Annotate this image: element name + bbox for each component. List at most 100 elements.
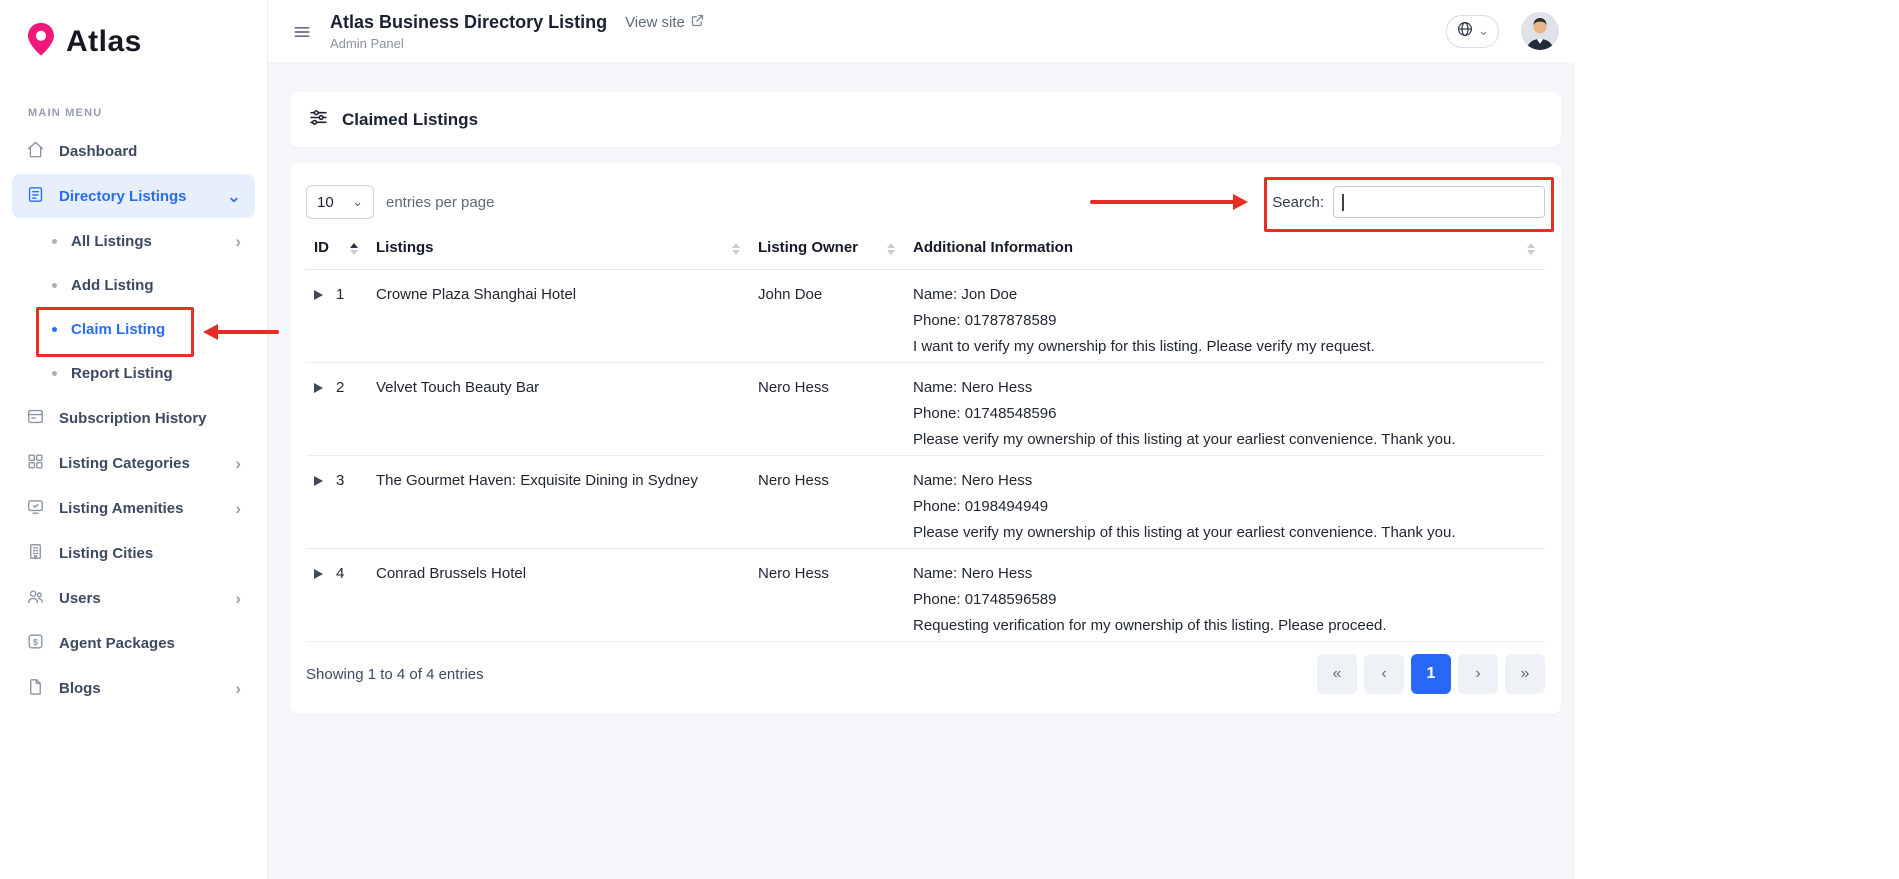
row-expand-icon[interactable] — [314, 569, 323, 579]
sidebar-item-subscription-history[interactable]: Subscription History — [12, 396, 255, 440]
column-header-additional-information[interactable]: Additional Information — [905, 229, 1545, 270]
sort-icon — [732, 243, 740, 255]
language-selector[interactable]: ⌄ — [1446, 15, 1499, 48]
row-id: 2 — [336, 379, 344, 396]
sidebar-nav: Dashboard Directory Listings ⌄ All Listi… — [0, 129, 267, 710]
row-expand-icon[interactable] — [314, 476, 323, 486]
sidebar-section-label: MAIN MENU — [28, 107, 267, 119]
text-cursor — [1342, 194, 1344, 211]
additional-info: Name: Nero Hess Phone: 0198494949 Please… — [905, 456, 1545, 549]
sort-icon — [1527, 243, 1535, 255]
additional-info: Name: Nero Hess Phone: 01748596589 Reque… — [905, 549, 1545, 642]
page-title: Atlas Business Directory Listing — [330, 12, 607, 33]
table-header-row: ID Listings Listing Owner Additional Inf… — [306, 229, 1545, 270]
sidebar-item-listing-categories[interactable]: Listing Categories › — [12, 441, 255, 485]
table-row: 1 Crowne Plaza Shanghai Hotel John Doe N… — [306, 270, 1545, 363]
table-footer: Showing 1 to 4 of 4 entries « ‹ 1 › » — [306, 654, 1545, 694]
sidebar-item-directory-listings[interactable]: Directory Listings ⌄ — [12, 174, 255, 218]
topbar: Atlas Business Directory Listing View si… — [268, 0, 1575, 62]
sort-icon — [887, 243, 895, 255]
listing-owner: Nero Hess — [750, 363, 905, 456]
globe-icon — [1456, 20, 1474, 43]
claimed-listings-header-card: Claimed Listings — [290, 92, 1561, 147]
additional-info: Name: Nero Hess Phone: 01748548596 Pleas… — [905, 363, 1545, 456]
entries-per-page-label: entries per page — [386, 194, 494, 211]
chevron-right-icon: › — [235, 233, 241, 250]
listing-owner: Nero Hess — [750, 456, 905, 549]
sidebar-item-users[interactable]: Users › — [12, 576, 255, 620]
row-expand-icon[interactable] — [314, 290, 323, 300]
claimed-listings-table-card: 10 ⌄ entries per page Search: — [290, 163, 1561, 714]
bullet-icon — [52, 239, 57, 244]
table-row: 3 The Gourmet Haven: Exquisite Dining in… — [306, 456, 1545, 549]
sidebar-item-add-listing[interactable]: Add Listing — [0, 263, 267, 307]
bullet-icon — [52, 371, 57, 376]
hamburger-menu-icon[interactable] — [292, 20, 312, 42]
amenities-icon — [26, 497, 45, 520]
table-controls: 10 ⌄ entries per page Search: — [306, 185, 1545, 219]
chevron-right-icon: › — [235, 680, 241, 697]
sliders-icon — [308, 107, 329, 133]
sidebar-item-claim-listing[interactable]: Claim Listing — [0, 307, 267, 351]
sidebar-item-all-listings[interactable]: All Listings › — [0, 219, 267, 263]
column-header-listing-owner[interactable]: Listing Owner — [750, 229, 905, 270]
listing-name: Crowne Plaza Shanghai Hotel — [368, 270, 750, 363]
chevron-right-icon: › — [235, 500, 241, 517]
listing-name: Conrad Brussels Hotel — [368, 549, 750, 642]
app-root: Atlas MAIN MENU Dashboard Directory List… — [0, 0, 1575, 879]
search-input[interactable] — [1333, 186, 1545, 218]
column-header-listings[interactable]: Listings — [368, 229, 750, 270]
dollar-icon: $ — [26, 632, 45, 655]
pagination-next-button[interactable]: › — [1458, 654, 1498, 694]
pagination-prev-button[interactable]: ‹ — [1364, 654, 1404, 694]
search-label: Search: — [1272, 194, 1324, 211]
pagination-first-button[interactable]: « — [1317, 654, 1357, 694]
brand-name: Atlas — [66, 25, 142, 59]
pagination-last-button[interactable]: » — [1505, 654, 1545, 694]
topbar-right: ⌄ — [1446, 12, 1559, 50]
pagination-page-1-button[interactable]: 1 — [1411, 654, 1451, 694]
claimed-listings-table: ID Listings Listing Owner Additional Inf… — [306, 229, 1545, 642]
sidebar-submenu: All Listings › Add Listing Claim Listing… — [0, 219, 267, 395]
view-site-link[interactable]: View site — [625, 13, 705, 32]
table-row: 4 Conrad Brussels Hotel Nero Hess Name: … — [306, 549, 1545, 642]
sidebar-item-listing-amenities[interactable]: Listing Amenities › — [12, 486, 255, 530]
sidebar-item-dashboard[interactable]: Dashboard — [12, 129, 255, 173]
pagination: « ‹ 1 › » — [1317, 654, 1545, 694]
sidebar-item-listing-cities[interactable]: Listing Cities — [12, 531, 255, 575]
user-avatar[interactable] — [1521, 12, 1559, 50]
additional-info: Name: Jon Doe Phone: 01787878589 I want … — [905, 270, 1545, 363]
title-block: Atlas Business Directory Listing View si… — [330, 12, 705, 51]
row-id: 1 — [336, 286, 344, 303]
listing-name: Velvet Touch Beauty Bar — [368, 363, 750, 456]
sidebar-item-report-listing[interactable]: Report Listing — [0, 351, 267, 395]
listing-owner: Nero Hess — [750, 549, 905, 642]
search-area: Search: — [1272, 186, 1545, 218]
building-icon — [26, 542, 45, 565]
chevron-down-icon: ⌄ — [1478, 23, 1489, 39]
admin-panel-label: Admin Panel — [330, 36, 705, 51]
map-pin-icon — [22, 20, 60, 63]
row-id: 4 — [336, 565, 344, 582]
home-icon — [26, 140, 45, 163]
sidebar: Atlas MAIN MENU Dashboard Directory List… — [0, 0, 268, 879]
external-link-icon — [690, 13, 705, 32]
column-header-id[interactable]: ID — [306, 229, 368, 270]
listing-name: The Gourmet Haven: Exquisite Dining in S… — [368, 456, 750, 549]
listing-owner: John Doe — [750, 270, 905, 363]
grid-icon — [26, 452, 45, 475]
table-row: 2 Velvet Touch Beauty Bar Nero Hess Name… — [306, 363, 1545, 456]
sort-icon — [350, 243, 358, 255]
entries-per-page-select[interactable]: 10 ⌄ — [306, 185, 374, 219]
svg-text:$: $ — [33, 636, 38, 646]
sidebar-item-agent-packages[interactable]: $ Agent Packages — [12, 621, 255, 665]
card-title: Claimed Listings — [342, 110, 478, 130]
chevron-down-icon: ⌄ — [352, 194, 363, 210]
sidebar-item-blogs[interactable]: Blogs › — [12, 666, 255, 710]
bullet-icon — [52, 283, 57, 288]
brand-logo[interactable]: Atlas — [0, 14, 267, 63]
row-expand-icon[interactable] — [314, 383, 323, 393]
document-icon — [26, 677, 45, 700]
row-id: 3 — [336, 472, 344, 489]
chevron-right-icon: › — [235, 455, 241, 472]
